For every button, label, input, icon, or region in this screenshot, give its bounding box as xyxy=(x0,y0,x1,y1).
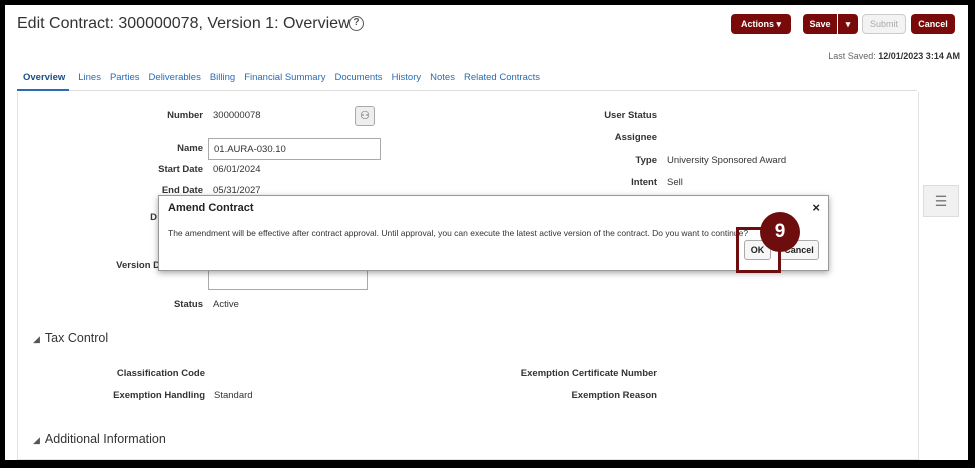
tab-lines[interactable]: Lines xyxy=(78,69,101,91)
dialog-message: The amendment will be effective after co… xyxy=(168,228,749,238)
cancel-button[interactable]: Cancel xyxy=(911,14,955,34)
collapse-triangle-icon: ◢ xyxy=(33,435,40,445)
last-saved: Last Saved: 12/01/2023 3:14 AM xyxy=(828,51,960,61)
tab-documents[interactable]: Documents xyxy=(335,69,383,91)
tab-notes[interactable]: Notes xyxy=(430,69,455,91)
tab-deliverables[interactable]: Deliverables xyxy=(149,69,201,91)
intent-label: Intent xyxy=(631,177,657,188)
document-panel-icon[interactable]: ☰ xyxy=(923,185,959,217)
page-title: Edit Contract: 300000078, Version 1: Ove… xyxy=(17,15,350,32)
status-label: Status xyxy=(173,299,203,310)
start-date-label: Start Date xyxy=(158,164,203,175)
submit-button[interactable]: Submit xyxy=(862,14,906,34)
tab-overview[interactable]: Overview xyxy=(17,69,70,91)
actions-button[interactable]: Actions ▾ xyxy=(731,14,791,34)
partial-label: D xyxy=(150,212,157,223)
number-label: Number xyxy=(167,110,203,121)
intent-value: Sell xyxy=(667,177,683,188)
type-value: University Sponsored Award xyxy=(667,155,787,166)
name-label: Name xyxy=(177,143,203,154)
version-description-label: Version D xyxy=(116,260,160,271)
step-number-badge: 9 xyxy=(760,212,800,252)
amend-contract-dialog: Amend Contract × The amendment will be e… xyxy=(158,195,829,271)
type-label: Type xyxy=(635,155,657,166)
tab-billing[interactable]: Billing xyxy=(210,69,235,91)
tax-control-heading: Tax Control xyxy=(44,331,109,345)
name-input[interactable] xyxy=(208,138,381,160)
classification-code-label: Classification Code xyxy=(116,368,205,379)
tab-parties[interactable]: Parties xyxy=(110,69,140,91)
close-icon[interactable]: × xyxy=(812,200,820,215)
exemption-reason-label: Exemption Reason xyxy=(571,390,657,401)
exemption-handling-label: Exemption Handling xyxy=(113,390,205,401)
exemption-certificate-label: Exemption Certificate Number xyxy=(520,368,657,379)
tab-bar: Overview Lines Parties Deliverables Bill… xyxy=(17,69,917,91)
additional-information-section[interactable]: ◢ Additional Information xyxy=(33,432,166,446)
tax-control-section[interactable]: ◢ Tax Control xyxy=(33,331,108,345)
save-menu-button[interactable]: ▾ xyxy=(838,14,858,34)
dialog-title: Amend Contract xyxy=(168,202,254,214)
last-saved-label: Last Saved: xyxy=(828,51,876,61)
tab-related-contracts[interactable]: Related Contracts xyxy=(464,69,540,91)
save-button[interactable]: Save xyxy=(803,14,837,34)
number-value: 300000078 xyxy=(213,110,261,121)
user-status-label: User Status xyxy=(604,110,657,121)
additional-information-heading: Additional Information xyxy=(44,432,166,446)
status-value: Active xyxy=(213,299,239,310)
tab-financial-summary[interactable]: Financial Summary xyxy=(244,69,325,91)
start-date-value: 06/01/2024 xyxy=(213,164,261,175)
tab-history[interactable]: History xyxy=(392,69,422,91)
assignee-label: Assignee xyxy=(614,132,657,143)
help-icon[interactable]: ? xyxy=(349,16,364,31)
exemption-handling-value: Standard xyxy=(214,390,253,401)
app-frame: Edit Contract: 300000078, Version 1: Ove… xyxy=(5,5,968,460)
hierarchy-icon[interactable]: ⚇ xyxy=(355,106,375,126)
last-saved-value: 12/01/2023 3:14 AM xyxy=(878,51,960,61)
collapse-triangle-icon: ◢ xyxy=(33,334,40,344)
version-description-textarea[interactable] xyxy=(208,270,368,290)
